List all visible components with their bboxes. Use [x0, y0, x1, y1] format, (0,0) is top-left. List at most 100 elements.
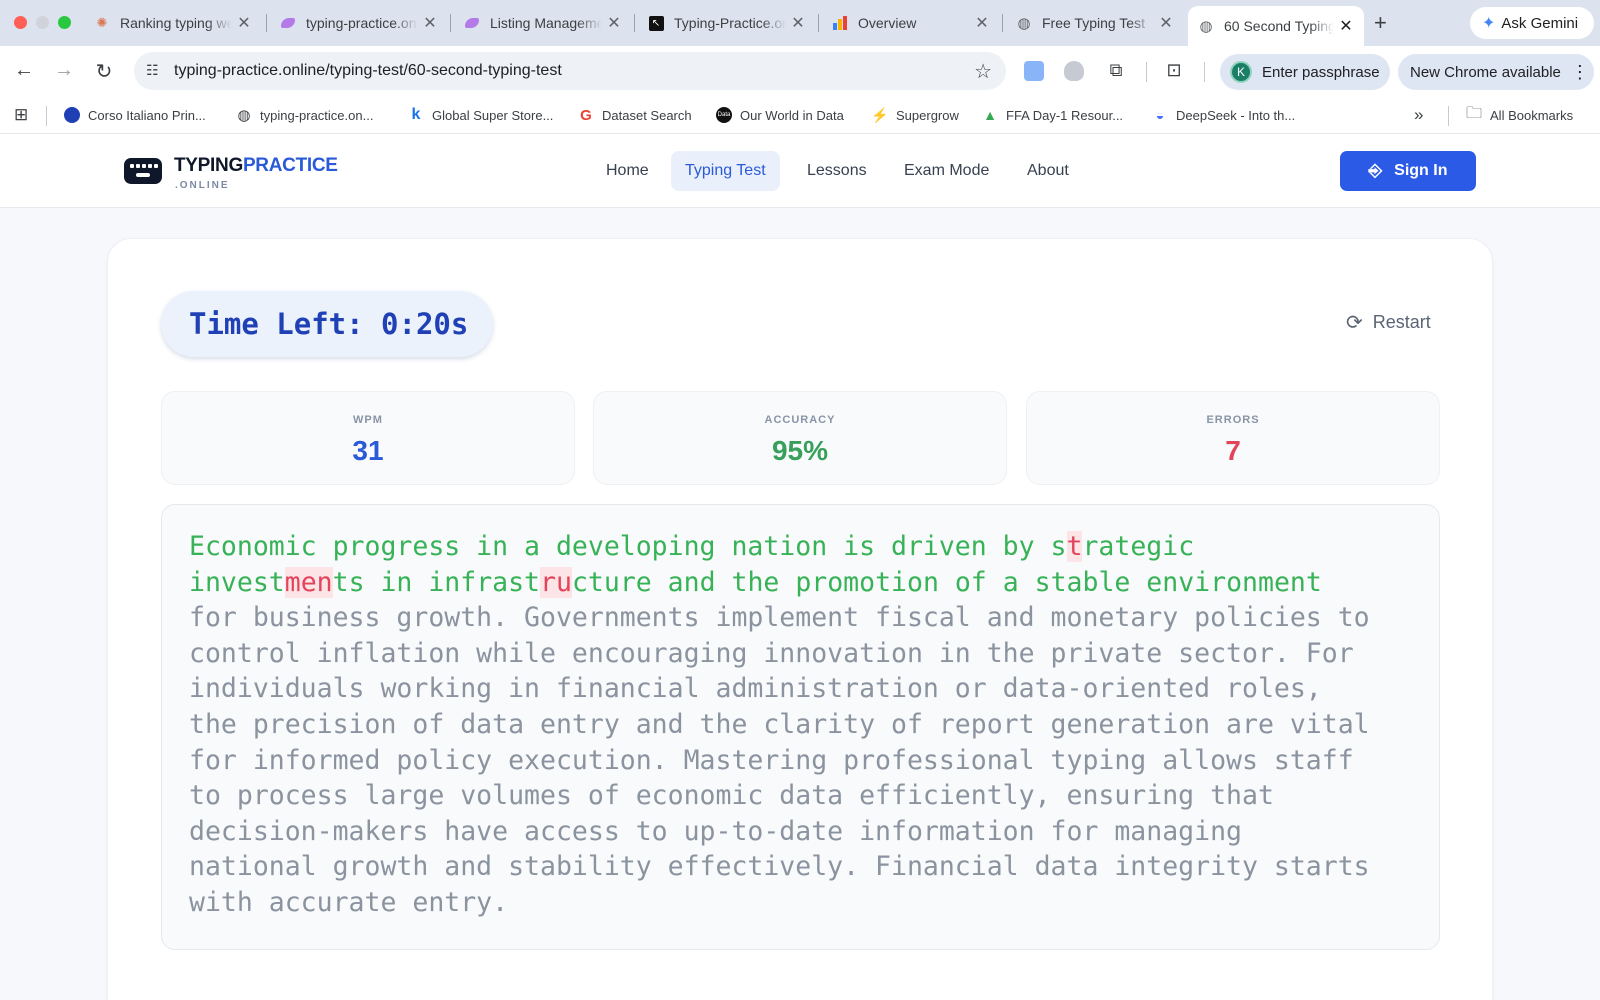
- more-bookmarks-chevron-icon[interactable]: »: [1414, 105, 1423, 124]
- errors-stat-card: ERRORS 7: [1026, 391, 1440, 485]
- forward-arrow-icon[interactable]: →: [52, 59, 76, 82]
- passphrase-button[interactable]: K Enter passphrase: [1220, 54, 1390, 90]
- owid-icon: Data: [716, 107, 732, 123]
- address-bar[interactable]: ☷ typing-practice.online/typing-test/60-…: [134, 52, 1006, 90]
- toolbar-separator: [1204, 62, 1205, 82]
- typing-passage: Economic progress in a developing nation…: [189, 529, 1412, 921]
- typing-text-area[interactable]: Economic progress in a developing nation…: [161, 504, 1440, 950]
- passage-segment-error: ru: [540, 566, 572, 598]
- chrome-update-button[interactable]: New Chrome available ⋮: [1398, 54, 1594, 90]
- apps-grid-icon[interactable]: ⊞: [14, 105, 28, 124]
- bookmark-item[interactable]: Corso Italiano Prin...: [64, 106, 206, 124]
- new-tab-button[interactable]: +: [1374, 10, 1387, 36]
- close-tab-icon[interactable]: ✕: [606, 13, 622, 33]
- browser-toolbar: ← → ↻ ☷ typing-practice.online/typing-te…: [0, 46, 1600, 96]
- tab-separator: [634, 14, 635, 32]
- toolbar-separator: [1146, 62, 1147, 82]
- close-tab-icon[interactable]: ✕: [974, 13, 990, 33]
- passage-segment-correct: Economic progress in a developing nation…: [189, 531, 1067, 562]
- close-tab-icon[interactable]: ✕: [1338, 16, 1354, 36]
- tab-separator: [818, 14, 819, 32]
- puzzle-extensions-icon[interactable]: ⧉: [1104, 60, 1128, 81]
- wpm-stat-card: WPM 31: [161, 391, 575, 485]
- tab-separator: [1002, 14, 1003, 32]
- keyboard-logo-icon[interactable]: [124, 158, 162, 184]
- bookmark-item[interactable]: k Global Super Store...: [408, 106, 553, 124]
- gemini-sparkle-icon: ✦: [1482, 15, 1496, 32]
- bookmark-star-icon[interactable]: ☆: [974, 59, 992, 84]
- site-header: TYPINGPRACTICE .ONLINE Home Typing Test …: [0, 134, 1600, 208]
- google-drive-icon: ▲: [982, 107, 998, 123]
- maximize-window-button[interactable]: [58, 16, 71, 29]
- bookmark-item[interactable]: G Dataset Search: [578, 106, 692, 124]
- browser-tab[interactable]: ✺ Ranking typing websites ✕: [84, 6, 262, 40]
- bookmark-item[interactable]: ▲ FFA Day-1 Resour...: [982, 106, 1123, 124]
- passage-segment-error: t: [1066, 531, 1083, 562]
- ask-gemini-button[interactable]: ✦ Ask Gemini: [1470, 7, 1594, 39]
- close-window-button[interactable]: [14, 16, 27, 29]
- bookmark-item[interactable]: Data Our World in Data: [716, 106, 844, 124]
- browser-tab[interactable]: ↖ Typing-Practice.online ✕: [638, 6, 816, 40]
- restart-button[interactable]: ⟳ Restart: [1346, 310, 1431, 335]
- accuracy-stat-card: ACCURACY 95%: [593, 391, 1007, 485]
- sign-in-button[interactable]: ⎆ Sign In: [1340, 151, 1476, 191]
- shield-extension-icon[interactable]: [1064, 61, 1084, 81]
- accuracy-value: 95%: [771, 435, 829, 466]
- browser-tab[interactable]: Listing Management ✕: [454, 6, 632, 40]
- profile-avatar: K: [1230, 61, 1252, 83]
- minimize-window-button[interactable]: [36, 16, 49, 29]
- nav-typing-test[interactable]: Typing Test: [671, 151, 780, 191]
- nav-about[interactable]: About: [1013, 151, 1083, 191]
- notes-extension-icon[interactable]: [1024, 61, 1044, 81]
- close-tab-icon[interactable]: ✕: [236, 13, 252, 33]
- tab-search-icon[interactable]: ⊡: [1162, 60, 1186, 81]
- passage-segment-correct: cture and the promotion of a stable envi…: [571, 566, 1322, 598]
- close-tab-icon[interactable]: ✕: [422, 13, 438, 33]
- wpm-value: 31: [352, 435, 384, 466]
- more-menu-icon: ⋮: [1570, 61, 1589, 82]
- passage-segment-pending: for business growth. Governments impleme…: [189, 602, 1370, 918]
- analytics-icon: [832, 15, 848, 31]
- kaggle-icon: k: [408, 106, 424, 123]
- browser-tab[interactable]: Overview ✕: [822, 6, 1000, 40]
- url-text[interactable]: typing-practice.online/typing-test/60-se…: [174, 62, 562, 80]
- globe-icon: ◍: [236, 107, 252, 124]
- close-tab-icon[interactable]: ✕: [790, 13, 806, 33]
- nav-exam-mode[interactable]: Exam Mode: [890, 151, 1003, 191]
- tab-separator: [266, 14, 267, 32]
- bookmark-item[interactable]: ⚡ Supergrow: [871, 106, 959, 124]
- listing-icon: [280, 15, 296, 31]
- bookmarks-separator: [46, 106, 47, 126]
- nav-lessons[interactable]: Lessons: [793, 151, 881, 191]
- deepseek-icon: ◒: [1152, 107, 1168, 123]
- tab-separator: [450, 14, 451, 32]
- stat-label: WPM: [353, 414, 383, 426]
- passage-segment-error: men: [284, 566, 333, 598]
- time-left-badge: Time Left: 0:20s: [161, 291, 493, 357]
- site-logo[interactable]: TYPINGPRACTICE: [174, 155, 338, 177]
- bookmarks-bar: ⊞ Corso Italiano Prin... ◍ typing-practi…: [0, 96, 1600, 134]
- bookmark-item[interactable]: ◍ typing-practice.on...: [236, 106, 373, 124]
- browser-tab-active[interactable]: ◍ 60 Second Typing Test ✕: [1188, 6, 1364, 46]
- stat-label: ERRORS: [1206, 414, 1260, 426]
- close-tab-icon[interactable]: ✕: [1158, 13, 1174, 33]
- reload-icon[interactable]: ↻: [92, 59, 116, 84]
- restart-icon: ⟳: [1346, 312, 1363, 334]
- site-logo-subtitle: .ONLINE: [175, 180, 230, 191]
- supergrow-icon: ⚡: [871, 106, 889, 123]
- browser-tab[interactable]: ◍ Free Typing Test ✕: [1006, 6, 1184, 40]
- stat-label: ACCURACY: [764, 414, 836, 426]
- listing-icon: [464, 15, 480, 31]
- site-settings-icon[interactable]: ☷: [146, 62, 159, 79]
- cursor-icon: ↖: [648, 15, 664, 31]
- back-arrow-icon[interactable]: ←: [12, 59, 36, 82]
- all-bookmarks-button[interactable]: 🗀 All Bookmarks: [1466, 105, 1573, 124]
- browser-tab[interactable]: typing-practice.online ✕: [270, 6, 448, 40]
- course-icon: [64, 107, 80, 123]
- bookmarks-separator: [1448, 106, 1449, 126]
- globe-icon: ◍: [1017, 15, 1031, 32]
- passage-segment-correct: ts in infrast: [332, 566, 541, 598]
- nav-home[interactable]: Home: [592, 151, 663, 191]
- login-icon: ⎆: [1368, 161, 1383, 180]
- bookmark-item[interactable]: ◒ DeepSeek - Into th...: [1152, 106, 1295, 124]
